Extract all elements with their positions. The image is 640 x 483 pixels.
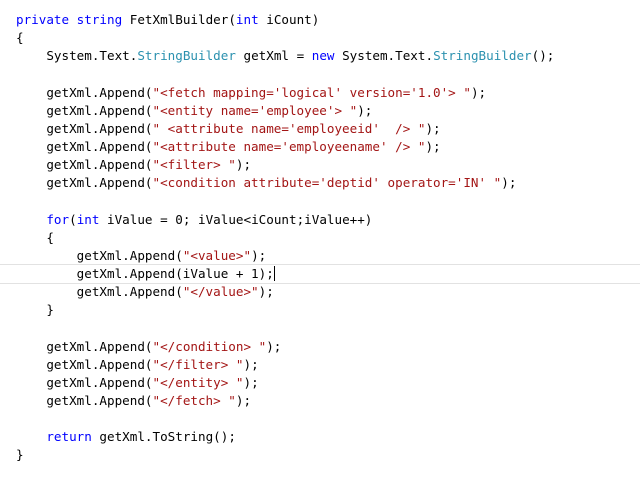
string-literal: "</entity> " [152,374,244,390]
code-token: ); [501,175,517,191]
code-line[interactable]: { [16,229,640,247]
code-token: iValue = 0; iValue<iCount;iValue++) [99,211,373,227]
code-line[interactable]: } [16,446,640,464]
code-token: ); [357,102,373,118]
code-token: getXml.Append( [16,374,153,390]
code-line[interactable]: getXml.Append("</entity> "); [16,374,640,392]
code-token: getXml = [235,48,312,64]
current-code-line[interactable]: getXml.Append(iValue + 1); [0,263,640,285]
code-token: iCount) [258,12,320,27]
code-token: getXml.Append( [16,338,153,354]
string-literal: "</value>" [182,284,259,300]
string-literal: "<condition attribute='deptid' operator=… [152,175,502,191]
code-line[interactable]: getXml.Append("<value>"); [16,247,640,265]
code-line[interactable]: return getXml.ToString(); [16,428,640,446]
code-token: { [16,30,24,46]
code-token: getXml.Append( [16,84,153,100]
keyword: string [76,12,123,27]
code-token: getXml.Append( [16,102,153,118]
code-token: ); [235,157,252,173]
code-token: getXml.Append( [16,356,153,372]
text-caret [273,265,275,281]
code-token: ); [470,84,487,100]
code-token: FetXmlBuilder( [122,12,236,27]
type-name: StringBuilder [137,48,236,64]
code-token: ( [69,211,77,227]
code-line[interactable]: getXml.Append("</filter> "); [16,356,640,374]
code-token: System.Text. [334,48,434,64]
code-token: getXml.Append( [16,120,153,136]
code-line[interactable]: ​ [16,65,640,83]
string-literal: " <attribute name='employeeid' /> " [152,120,426,136]
code-line[interactable]: getXml.Append("<attribute name='employee… [16,138,640,156]
code-token: System.Text. [16,48,138,64]
code-line[interactable]: getXml.Append("<fetch mapping='logical' … [16,84,640,102]
code-editor[interactable]: private string FetXmlBuilder(int iCount)… [0,0,640,483]
code-token: getXml.Append( [16,157,153,173]
code-line[interactable]: getXml.Append("<condition attribute='dep… [16,174,640,192]
code-token: } [16,302,54,318]
code-token: getXml.Append( [16,284,183,300]
code-token: ); [258,284,274,300]
code-line[interactable]: ​ [16,319,640,337]
code-line[interactable]: System.Text.StringBuilder getXml = new S… [16,47,640,65]
code-text-area[interactable]: private string FetXmlBuilder(int iCount)… [0,11,640,465]
code-token: { [16,229,54,245]
keyword: private [16,12,70,27]
string-literal: "<attribute name='employeename' /> " [152,138,426,154]
keyword: return [46,429,92,445]
keyword: for [46,211,70,227]
code-token: } [16,447,24,463]
type-name: StringBuilder [433,48,532,64]
code-token: getXml.Append( [16,247,183,263]
string-literal: "<filter> " [152,157,236,173]
code-token: getXml.Append(iValue + 1); [16,265,274,281]
string-literal: "<value>" [182,247,252,263]
code-line[interactable]: private string FetXmlBuilder(int iCount) [16,11,640,29]
code-token: ); [235,392,252,408]
code-token: ); [266,338,282,354]
code-token: getXml.Append( [16,138,153,154]
code-line[interactable]: getXml.Append("</condition> "); [16,338,640,356]
code-token: (); [531,48,555,64]
string-literal: "</filter> " [152,356,244,372]
string-literal: "</condition> " [152,338,267,354]
keyword: int [235,12,259,27]
code-line[interactable]: } [16,301,640,319]
code-line[interactable]: { [16,29,640,47]
keyword: int [76,211,100,227]
string-literal: "<entity name='employee'> " [152,102,358,118]
code-token: getXml.Append( [16,175,153,191]
code-token: getXml.Append( [16,392,153,408]
code-token: ); [243,374,259,390]
code-line[interactable]: getXml.Append("</fetch> "); [16,392,640,410]
keyword: new [311,48,335,64]
string-literal: "</fetch> " [152,392,236,408]
code-token: getXml.ToString(); [91,429,236,445]
code-token: ); [251,247,267,263]
code-line[interactable]: getXml.Append("<entity name='employee'> … [16,102,640,120]
code-line[interactable]: ​ [16,192,640,210]
code-line[interactable]: getXml.Append("<filter> "); [16,156,640,174]
code-token: ); [425,120,441,136]
code-line[interactable]: getXml.Append("</value>"); [16,283,640,301]
code-token: ); [425,138,441,154]
code-line[interactable]: getXml.Append(" <attribute name='employe… [16,120,640,138]
code-line[interactable]: ​ [16,410,640,428]
code-token: ); [243,356,259,372]
code-line[interactable]: for(int iValue = 0; iValue<iCount;iValue… [16,211,640,229]
string-literal: "<fetch mapping='logical' version='1.0'>… [152,84,471,100]
